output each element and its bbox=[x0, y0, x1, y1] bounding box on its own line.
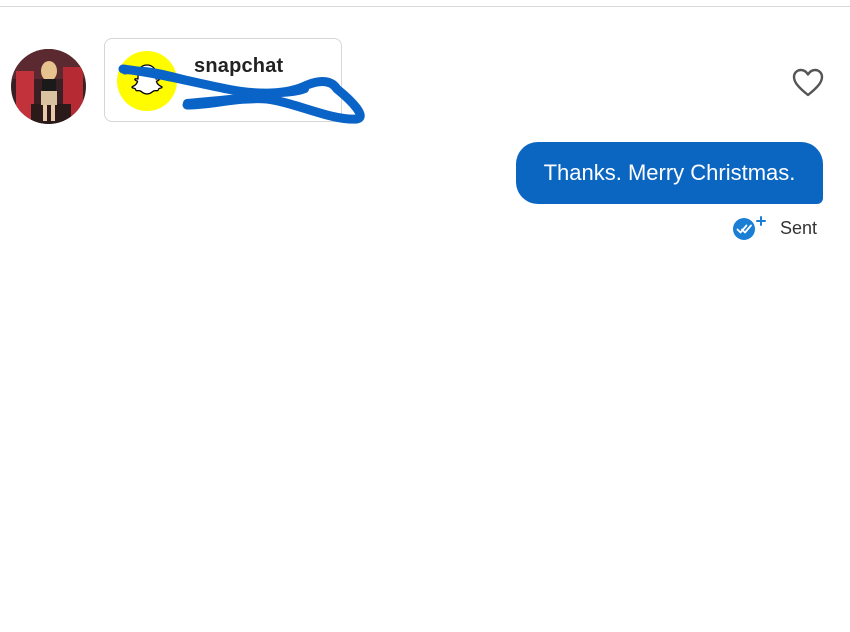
conversation-thread: snapchat Thanks. Merry Christmas. Sent bbox=[0, 7, 850, 632]
snapchat-ghost-icon bbox=[117, 51, 177, 111]
avatar[interactable] bbox=[11, 49, 86, 124]
card-title: snapchat bbox=[194, 55, 284, 77]
top-divider bbox=[0, 0, 850, 7]
heart-icon[interactable] bbox=[792, 68, 824, 98]
message-status: Sent bbox=[731, 215, 831, 241]
double-check-plus-icon bbox=[731, 215, 767, 241]
sent-message-bubble[interactable]: Thanks. Merry Christmas. bbox=[516, 142, 823, 204]
status-label: Sent bbox=[780, 218, 818, 238]
snapchat-share-card[interactable]: snapchat bbox=[104, 38, 342, 122]
